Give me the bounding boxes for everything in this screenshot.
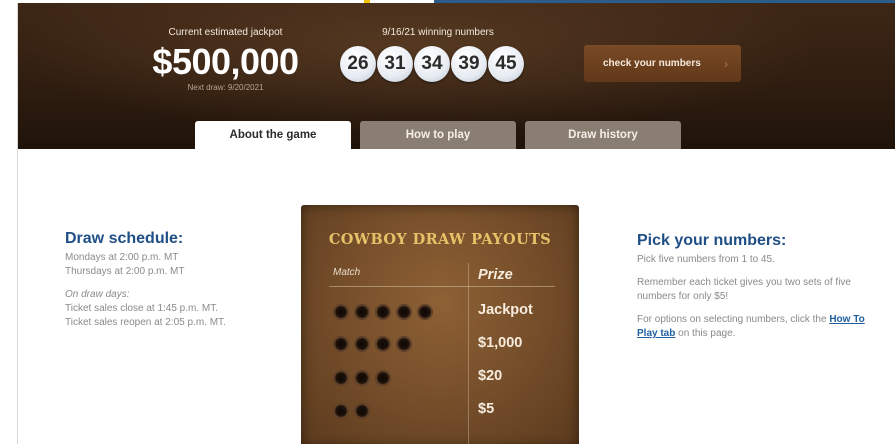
- pick-heading: Pick your numbers:: [637, 232, 787, 249]
- schedule-line: Ticket sales reopen at 2:05 p.m. MT.: [65, 317, 226, 328]
- pick-your-numbers: Pick your numbers: Pick five numbers fro…: [637, 232, 877, 341]
- payouts-board: COWBOY DRAW PAYOUTS Match Prize Jackpot …: [301, 205, 579, 444]
- prize-column-header: Prize: [478, 267, 513, 283]
- number-ball: 26: [340, 46, 376, 82]
- payout-row-match-5: [333, 302, 433, 322]
- chevron-right-icon: ›: [724, 57, 728, 71]
- pick-text-post: on this page.: [675, 328, 736, 339]
- bullet-hole-icon: [333, 336, 349, 352]
- header-divider: [329, 286, 555, 287]
- match-column-header: Match: [333, 267, 361, 278]
- check-numbers-label: check your numbers: [603, 58, 701, 69]
- prize-value: Jackpot: [478, 302, 533, 318]
- prize-value: $20: [478, 368, 503, 384]
- pick-text: For options on selecting numbers, click …: [637, 313, 877, 341]
- payout-row-match-3: [333, 368, 391, 388]
- prize-value: $5: [478, 401, 495, 417]
- tab-draw-history[interactable]: Draw history: [525, 121, 681, 149]
- bullet-hole-icon: [375, 304, 391, 320]
- column-divider: [468, 263, 469, 444]
- jackpot-banner: Current estimated jackpot $500,000 Next …: [18, 3, 895, 149]
- bullet-hole-icon: [375, 370, 391, 386]
- bullet-hole-icon: [417, 304, 433, 320]
- bullet-hole-icon: [333, 370, 349, 386]
- bullet-hole-icon: [354, 304, 370, 320]
- pick-text: Pick five numbers from 1 to 45.: [637, 254, 775, 265]
- draw-schedule-heading: Draw schedule:: [65, 230, 184, 247]
- payout-row-match-2: [333, 401, 370, 421]
- bullet-hole-icon: [396, 304, 412, 320]
- payout-row-match-4: [333, 334, 412, 354]
- winning-numbers-label: 9/16/21 winning numbers: [382, 27, 494, 38]
- schedule-line: Ticket sales close at 1:45 p.m. MT.: [65, 303, 219, 314]
- payouts-title: COWBOY DRAW PAYOUTS: [328, 231, 552, 248]
- jackpot-label: Current estimated jackpot: [168, 27, 283, 38]
- check-numbers-button[interactable]: check your numbers ›: [584, 45, 741, 82]
- bullet-hole-icon: [333, 403, 349, 419]
- number-ball: 39: [451, 46, 487, 82]
- tab-about-the-game[interactable]: About the game: [195, 121, 351, 149]
- tab-how-to-play[interactable]: How to play: [360, 121, 516, 149]
- bullet-hole-icon: [354, 336, 370, 352]
- number-ball: 31: [377, 46, 413, 82]
- next-draw-date: Next draw: 9/20/2021: [187, 83, 264, 92]
- schedule-line: Thursdays at 2:00 p.m. MT: [65, 266, 185, 277]
- bullet-hole-icon: [354, 403, 370, 419]
- bullet-hole-icon: [375, 336, 391, 352]
- winning-numbers: 26 31 34 39 45: [340, 46, 524, 82]
- pick-text-pre: For options on selecting numbers, click …: [637, 314, 830, 325]
- jackpot-amount: $500,000: [152, 41, 299, 82]
- number-ball: 45: [488, 46, 524, 82]
- draw-schedule: Draw schedule: Mondays at 2:00 p.m. MT T…: [65, 230, 305, 330]
- bullet-hole-icon: [354, 370, 370, 386]
- bullet-hole-icon: [396, 336, 412, 352]
- page-frame: Current estimated jackpot $500,000 Next …: [17, 3, 895, 444]
- bullet-hole-icon: [333, 304, 349, 320]
- prize-value: $1,000: [478, 335, 523, 351]
- number-ball: 34: [414, 46, 450, 82]
- schedule-line: Mondays at 2:00 p.m. MT: [65, 252, 179, 263]
- draw-days-subheading: On draw days:: [65, 289, 130, 300]
- pick-text: Remember each ticket gives you two sets …: [637, 277, 851, 302]
